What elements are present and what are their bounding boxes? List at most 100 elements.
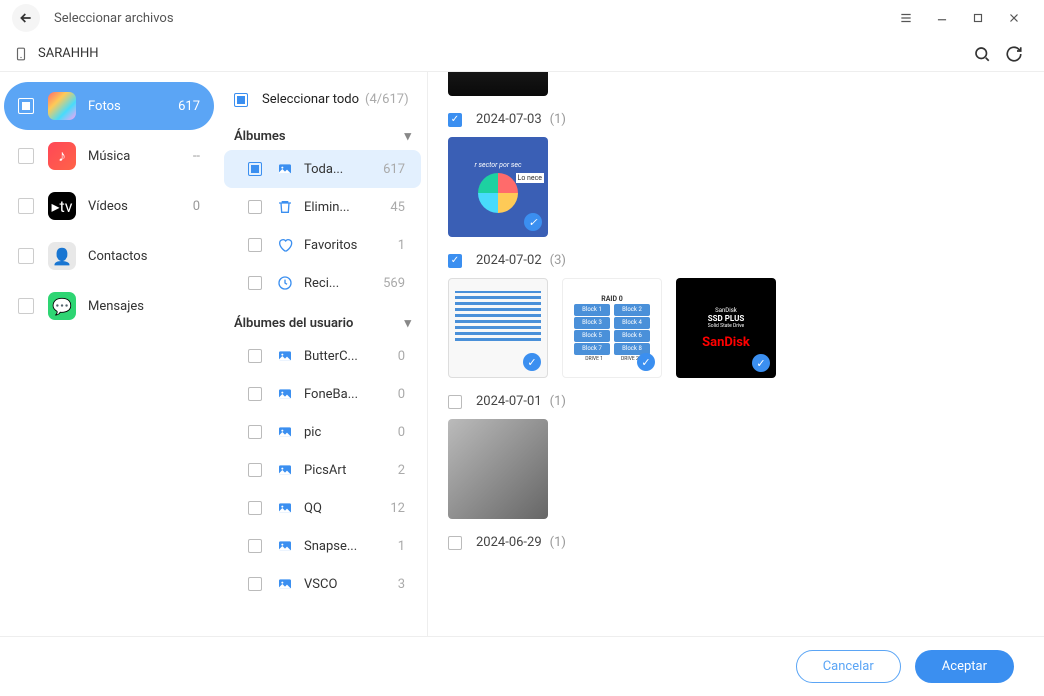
album-checkbox[interactable] bbox=[248, 349, 262, 363]
album-checkbox[interactable] bbox=[248, 276, 262, 290]
album-item[interactable]: PicsArt 2 bbox=[224, 451, 421, 489]
date-count: (1) bbox=[550, 394, 566, 409]
album-label: Reci... bbox=[304, 276, 379, 291]
category-label: Fotos bbox=[88, 99, 178, 114]
album-count: 3 bbox=[398, 577, 405, 592]
date-count: (1) bbox=[550, 535, 566, 550]
album-sidebar: Seleccionar todo (4/617) Álbumes ▾ Toda.… bbox=[218, 72, 428, 636]
thumbnail-row bbox=[448, 419, 1024, 519]
album-label: ButterC... bbox=[304, 349, 394, 364]
albums-system-header[interactable]: Álbumes ▾ bbox=[218, 115, 427, 150]
date-label: 2024-07-02 bbox=[476, 253, 542, 268]
album-checkbox[interactable] bbox=[248, 501, 262, 515]
album-label: VSCO bbox=[304, 577, 394, 592]
select-all-checkbox[interactable] bbox=[234, 93, 248, 107]
album-checkbox[interactable] bbox=[248, 238, 262, 252]
photo-thumbnail[interactable]: r sector por secLo nece✓ bbox=[448, 137, 548, 237]
album-item[interactable]: Reci... 569 bbox=[224, 264, 421, 302]
category-checkbox[interactable] bbox=[18, 148, 34, 164]
titlebar: Seleccionar archivos bbox=[0, 0, 1044, 36]
album-checkbox[interactable] bbox=[248, 200, 262, 214]
album-icon bbox=[276, 461, 294, 479]
close-button[interactable] bbox=[996, 0, 1032, 36]
menu-icon[interactable] bbox=[888, 0, 924, 36]
footer: Cancelar Aceptar bbox=[0, 636, 1044, 696]
album-checkbox[interactable] bbox=[248, 539, 262, 553]
album-icon bbox=[276, 236, 294, 254]
date-checkbox[interactable] bbox=[448, 254, 462, 268]
phone-icon bbox=[14, 45, 28, 63]
category-contacts[interactable]: 👤 Contactos bbox=[4, 232, 214, 280]
album-item[interactable]: FoneBa... 0 bbox=[224, 375, 421, 413]
album-count: 569 bbox=[383, 276, 405, 291]
date-count: (3) bbox=[550, 253, 566, 268]
album-icon bbox=[276, 385, 294, 403]
category-photos[interactable]: Fotos 617 bbox=[4, 82, 214, 130]
device-bar: SARAHHH bbox=[0, 36, 1044, 72]
date-section-header[interactable]: 2024-06-29 (1) bbox=[448, 519, 1024, 560]
chevron-down-icon: ▾ bbox=[404, 129, 411, 144]
album-item[interactable]: VSCO 3 bbox=[224, 565, 421, 603]
album-label: pic bbox=[304, 425, 394, 440]
album-checkbox[interactable] bbox=[248, 387, 262, 401]
album-checkbox[interactable] bbox=[248, 425, 262, 439]
thumbnail-row: ✓RAID 0Block 1Block 3Block 5Block 7Block… bbox=[448, 278, 1024, 378]
album-item[interactable]: Elimin... 45 bbox=[224, 188, 421, 226]
album-label: QQ bbox=[304, 501, 386, 516]
refresh-button[interactable] bbox=[998, 38, 1030, 70]
date-section-header[interactable]: 2024-07-01 (1) bbox=[448, 378, 1024, 419]
album-item[interactable]: Snapse... 1 bbox=[224, 527, 421, 565]
category-videos[interactable]: ▸tv Vídeos 0 bbox=[4, 182, 214, 230]
maximize-button[interactable] bbox=[960, 0, 996, 36]
album-icon bbox=[276, 198, 294, 216]
category-messages[interactable]: 💬 Mensajes bbox=[4, 282, 214, 330]
album-item[interactable]: Favoritos 1 bbox=[224, 226, 421, 264]
category-music[interactable]: ♪ Música -- bbox=[4, 132, 214, 180]
selected-badge: ✓ bbox=[752, 354, 770, 372]
photo-grid: 2024-07-03 (1)r sector por secLo nece✓ 2… bbox=[428, 72, 1044, 636]
photo-thumbnail[interactable]: SanDiskSSD PLUSSolid State DriveSanDisk✓ bbox=[676, 278, 776, 378]
photo-thumbnail[interactable]: ✓ bbox=[448, 278, 548, 378]
album-icon bbox=[276, 537, 294, 555]
back-button[interactable] bbox=[12, 4, 40, 32]
album-checkbox[interactable] bbox=[248, 162, 262, 176]
category-checkbox[interactable] bbox=[18, 298, 34, 314]
album-label: Favoritos bbox=[304, 238, 394, 253]
category-count: 0 bbox=[193, 199, 200, 214]
date-section-header[interactable]: 2024-07-03 (1) bbox=[448, 96, 1024, 137]
album-item[interactable]: pic 0 bbox=[224, 413, 421, 451]
accept-button[interactable]: Aceptar bbox=[915, 650, 1014, 683]
album-label: Toda... bbox=[304, 162, 379, 177]
date-checkbox[interactable] bbox=[448, 113, 462, 127]
album-item[interactable]: QQ 12 bbox=[224, 489, 421, 527]
search-button[interactable] bbox=[966, 38, 998, 70]
date-checkbox[interactable] bbox=[448, 536, 462, 550]
album-item[interactable]: ButterC... 0 bbox=[224, 337, 421, 375]
cancel-button[interactable]: Cancelar bbox=[796, 650, 901, 683]
minimize-button[interactable] bbox=[924, 0, 960, 36]
photo-thumbnail[interactable]: RAID 0Block 1Block 3Block 5Block 7Block … bbox=[562, 278, 662, 378]
album-icon bbox=[276, 274, 294, 292]
date-count: (1) bbox=[550, 112, 566, 127]
photo-thumbnail[interactable] bbox=[448, 72, 548, 96]
album-label: FoneBa... bbox=[304, 387, 394, 402]
chevron-down-icon: ▾ bbox=[404, 316, 411, 331]
date-checkbox[interactable] bbox=[448, 395, 462, 409]
album-item[interactable]: Toda... 617 bbox=[224, 150, 421, 188]
select-all-row[interactable]: Seleccionar todo (4/617) bbox=[218, 84, 427, 115]
date-label: 2024-07-03 bbox=[476, 112, 542, 127]
category-label: Mensajes bbox=[88, 299, 200, 314]
album-label: PicsArt bbox=[304, 463, 394, 478]
date-section-header[interactable]: 2024-07-02 (3) bbox=[448, 237, 1024, 278]
category-checkbox[interactable] bbox=[18, 98, 34, 114]
category-checkbox[interactable] bbox=[18, 248, 34, 264]
category-label: Contactos bbox=[88, 249, 200, 264]
albums-user-header[interactable]: Álbumes del usuario ▾ bbox=[218, 302, 427, 337]
album-checkbox[interactable] bbox=[248, 463, 262, 477]
category-checkbox[interactable] bbox=[18, 198, 34, 214]
album-checkbox[interactable] bbox=[248, 577, 262, 591]
photo-thumbnail[interactable] bbox=[448, 419, 548, 519]
category-label: Música bbox=[88, 149, 193, 164]
album-count: 12 bbox=[390, 501, 405, 516]
selected-badge: ✓ bbox=[637, 353, 655, 371]
